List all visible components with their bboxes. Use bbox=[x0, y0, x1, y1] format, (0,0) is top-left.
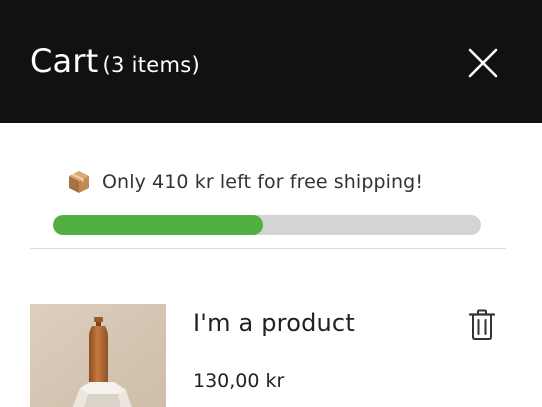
free-shipping-section: Only 410 kr left for free shipping! bbox=[0, 123, 542, 253]
trash-icon[interactable] bbox=[468, 309, 496, 341]
cart-item-count: (3 items) bbox=[102, 53, 200, 77]
product-name[interactable]: I'm a product bbox=[193, 309, 355, 337]
cart-title-text: Cart bbox=[30, 42, 99, 80]
cart-line-item: I'm a product 130,00 kr bbox=[0, 249, 542, 407]
product-price: 130,00 kr bbox=[193, 370, 285, 392]
cart-title: Cart (3 items) bbox=[30, 40, 200, 88]
free-shipping-progress-bar bbox=[53, 215, 481, 235]
cart-header: Cart (3 items) bbox=[0, 0, 542, 123]
cart-panel: Cart (3 items) Only 410 kr left for free … bbox=[0, 0, 542, 407]
free-shipping-message: Only 410 kr left for free shipping! bbox=[66, 167, 423, 197]
free-shipping-text: Only 410 kr left for free shipping! bbox=[102, 171, 424, 193]
free-shipping-progress-fill bbox=[53, 215, 263, 235]
package-box-icon bbox=[69, 171, 89, 193]
close-icon[interactable] bbox=[462, 42, 504, 84]
product-image[interactable] bbox=[30, 304, 166, 407]
